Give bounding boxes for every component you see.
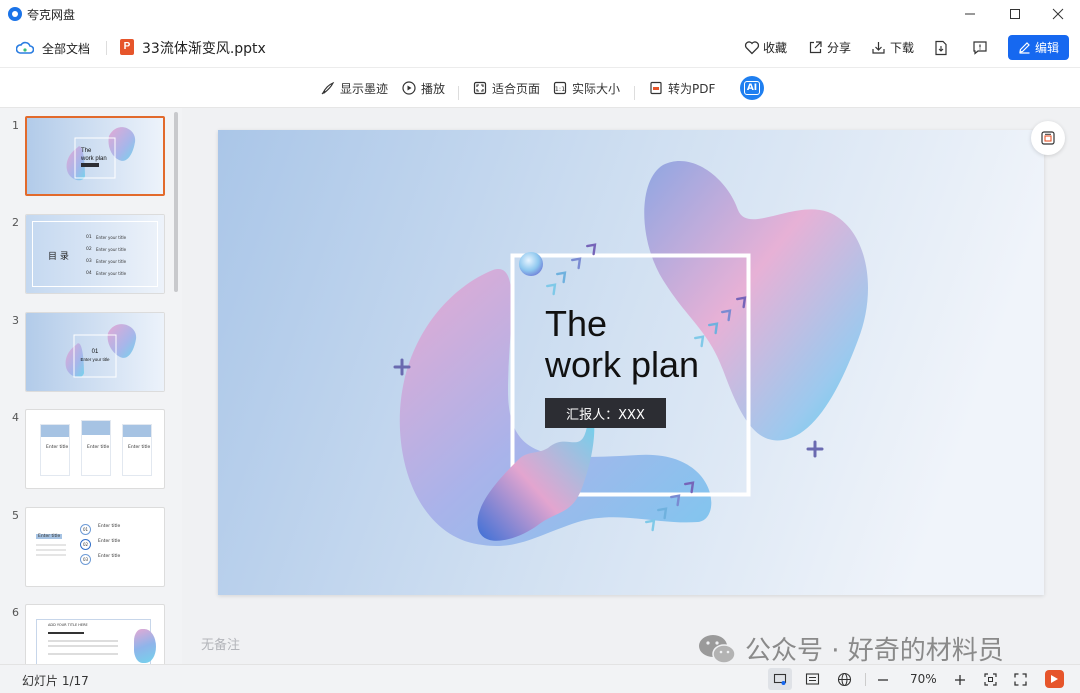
cloud-icon: [16, 41, 34, 54]
pencil-icon: [1019, 42, 1030, 54]
main-slide: The work plan 汇报人：XXX: [218, 130, 1044, 595]
slide-number: 6: [12, 606, 19, 619]
thumb-subtitle: work plan: [80, 156, 107, 162]
slide-view-button[interactable]: [768, 668, 792, 690]
actual-size-button[interactable]: 1:1 实际大小: [553, 78, 620, 98]
thumb-text: Enter your title: [80, 357, 110, 362]
play-button[interactable]: 播放: [402, 78, 445, 98]
slide-float-button[interactable]: [1031, 121, 1065, 155]
slide-thumbnail-1[interactable]: The work plan: [25, 116, 165, 196]
sidebar-scrollbar[interactable]: [174, 112, 178, 292]
reporter-label: 汇报人：XXX: [566, 407, 645, 423]
slide-number: 4: [12, 411, 19, 424]
pptx-file-icon: P: [120, 39, 134, 55]
thumb-title: The: [81, 148, 92, 154]
fit-page-icon: [473, 81, 487, 95]
app-title: 夸克网盘: [27, 8, 76, 22]
play-icon: [402, 81, 416, 95]
zoom-in-icon[interactable]: [953, 673, 967, 687]
minimize-icon[interactable]: [962, 6, 978, 22]
wechat-icon: [699, 634, 736, 664]
slide-thumbnail-5[interactable]: Enter title 01 02 03 Enter title Enter t…: [25, 507, 165, 587]
slide-number: 5: [12, 509, 19, 522]
share-icon: [809, 41, 822, 54]
favorite-button[interactable]: 收藏: [744, 39, 787, 56]
slideshow-play-icon: [1051, 675, 1058, 683]
convert-pdf-button[interactable]: 转为PDF: [649, 78, 715, 98]
thumb-index: 01: [92, 349, 99, 355]
thumb-toc-title: 目 录: [48, 252, 69, 262]
close-icon[interactable]: [1050, 6, 1066, 22]
feedback-icon[interactable]: [972, 40, 988, 55]
slide-number: 1: [12, 119, 19, 132]
svg-text:1:1: 1:1: [555, 85, 565, 93]
download-icon: [872, 42, 885, 54]
slide-number: 3: [12, 314, 19, 327]
reporter-box: 汇报人：XXX: [545, 398, 666, 428]
ai-icon: AI: [743, 81, 761, 95]
fullscreen-icon[interactable]: [1013, 672, 1028, 687]
notes-view-icon[interactable]: [805, 672, 820, 686]
ai-assistant-button[interactable]: AI: [740, 76, 764, 100]
file-name: 33流体渐变风.pptx: [142, 41, 266, 57]
app-logo-icon: [8, 7, 22, 21]
slide-thumbnail-panel: 1 The work plan 2 目 录 01 Enter your title…: [0, 108, 182, 664]
slideshow-button[interactable]: [1045, 670, 1064, 688]
zoom-level: 70%: [910, 672, 937, 686]
heart-icon: [744, 41, 760, 55]
title-bar: 夸克网盘: [0, 0, 1080, 28]
all-docs-link[interactable]: 全部文档: [42, 40, 90, 57]
fit-screen-icon[interactable]: [983, 672, 998, 687]
download-button[interactable]: 下载: [871, 39, 914, 56]
slide-thumbnail-2[interactable]: 目 录 01 Enter your title 02 Enter your titl…: [25, 214, 165, 294]
fit-page-button[interactable]: 适合页面: [473, 78, 540, 98]
slide-thumbnail-6[interactable]: ADD YOUR TITLE HERE: [25, 604, 165, 664]
slide-switch-icon: [1041, 131, 1055, 145]
ink-pen-icon: [321, 81, 335, 95]
watermark: 公众号 · 好奇的材料员: [697, 630, 1004, 667]
slide-view-icon: [773, 673, 787, 685]
show-ink-button[interactable]: 显示墨迹: [321, 78, 388, 98]
slide-title-line1: The: [545, 303, 608, 344]
actual-size-icon: 1:1: [553, 81, 567, 95]
edit-button[interactable]: 编辑: [1008, 35, 1069, 60]
zoom-out-icon[interactable]: [876, 673, 890, 687]
slide-canvas-area: The work plan 汇报人：XXX 无备注 公众号 · 好奇的材料员: [182, 108, 1080, 667]
status-bar: 幻灯片 1/17 70%: [0, 664, 1080, 693]
maximize-icon[interactable]: [1007, 6, 1023, 22]
view-toolbar: 显示墨迹 播放 适合页面 1:1 实际大小 转为PDF AI: [0, 68, 1080, 108]
slide-thumbnail-4[interactable]: Enter title Enter title Enter title: [25, 409, 165, 489]
slide-title-line2: work plan: [545, 344, 700, 385]
web-view-icon[interactable]: [837, 672, 852, 687]
slide-thumbnail-3[interactable]: 01 Enter your title: [25, 312, 165, 392]
slide-counter: 幻灯片 1/17: [22, 674, 89, 688]
pdf-icon: [650, 81, 662, 95]
share-button[interactable]: 分享: [808, 39, 851, 56]
notes-placeholder[interactable]: 无备注: [201, 634, 240, 653]
file-export-icon[interactable]: [934, 40, 948, 56]
slide-number: 2: [12, 216, 19, 229]
document-header: 全部文档 P 33流体渐变风.pptx 收藏 分享 下载 编辑: [0, 28, 1080, 68]
